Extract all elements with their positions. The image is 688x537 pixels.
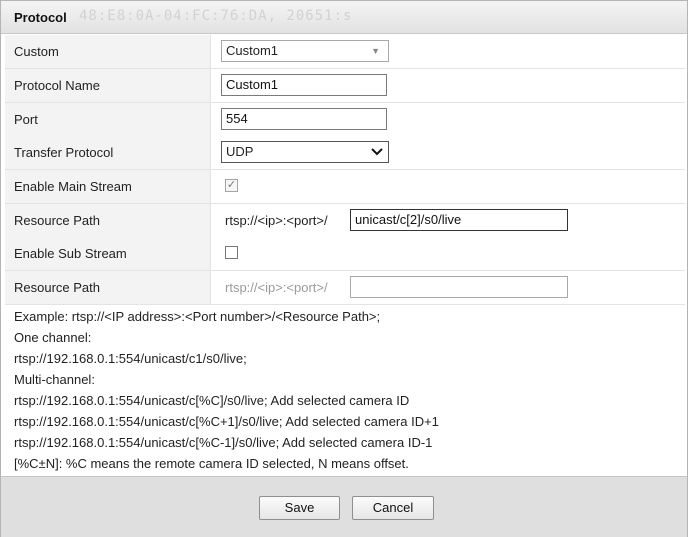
example-line: rtsp://192.168.0.1:554/unicast/c[%C+1]/s… xyxy=(14,414,439,429)
row-port: Port 554 xyxy=(5,103,685,137)
protocol-name-label: Protocol Name xyxy=(14,78,100,93)
example-line: [%C±N]: %C means the remote camera ID se… xyxy=(14,456,409,471)
resource-path-main-input[interactable]: unicast/c[2]/s0/live xyxy=(350,209,568,231)
example-line: rtsp://192.168.0.1:554/unicast/c[%C-1]/s… xyxy=(14,435,433,450)
cancel-button[interactable]: Cancel xyxy=(352,496,434,520)
dialog-footer: Save Cancel xyxy=(1,476,687,537)
example-line: rtsp://192.168.0.1:554/unicast/c1/s0/liv… xyxy=(14,351,247,366)
example-line: One channel: xyxy=(14,330,92,345)
label-cell: Resource Path xyxy=(5,204,211,237)
save-button[interactable]: Save xyxy=(259,496,340,520)
resource-path-sub-input[interactable] xyxy=(350,276,568,298)
example-line: Multi-channel: xyxy=(14,372,95,387)
custom-label: Custom xyxy=(14,44,59,59)
protocol-name-input[interactable]: Custom1 xyxy=(221,74,387,96)
example-help-text: Example: rtsp://<IP address>:<Port numbe… xyxy=(5,304,685,476)
resource-path-label: Resource Path xyxy=(14,213,100,228)
label-cell: Enable Main Stream xyxy=(5,170,211,203)
label-cell: Port xyxy=(5,103,211,136)
background-text: 48:E8:0A-04:FC:76:DA, 20651:s xyxy=(79,8,353,24)
resource-path-prefix: rtsp://<ip>:<port>/ xyxy=(225,213,328,228)
row-enable-sub-stream: Enable Sub Stream xyxy=(5,237,685,271)
enable-main-stream-checkbox[interactable]: ✓ xyxy=(225,179,238,192)
label-cell: Resource Path xyxy=(5,271,211,304)
enable-sub-stream-label: Enable Sub Stream xyxy=(14,246,127,261)
row-enable-main-stream: Enable Main Stream ✓ xyxy=(5,170,685,204)
row-transfer-protocol: Transfer Protocol UDP xyxy=(5,136,685,170)
label-cell: Custom xyxy=(5,35,211,68)
example-line: rtsp://192.168.0.1:554/unicast/c[%C]/s0/… xyxy=(14,393,410,408)
example-line: Example: rtsp://<IP address>:<Port numbe… xyxy=(14,309,381,324)
transfer-protocol-value: UDP xyxy=(226,144,254,159)
label-cell: Protocol Name xyxy=(5,69,211,102)
dialog-title: Protocol xyxy=(14,10,67,25)
row-resource-path-main: Resource Path rtsp://<ip>:<port>/ unicas… xyxy=(5,204,685,238)
resource-path-prefix: rtsp://<ip>:<port>/ xyxy=(225,280,328,295)
transfer-protocol-label: Transfer Protocol xyxy=(14,145,114,160)
chevron-down-icon xyxy=(371,142,383,168)
protocol-dialog: 48:E8:0A-04:FC:76:DA, 20651:s Protocol C… xyxy=(0,0,688,537)
enable-sub-stream-checkbox[interactable] xyxy=(225,246,238,259)
chevron-down-icon: ▼ xyxy=(371,46,380,56)
enable-main-stream-label: Enable Main Stream xyxy=(14,179,132,194)
row-resource-path-sub: Resource Path rtsp://<ip>:<port>/ xyxy=(5,271,685,305)
transfer-protocol-select[interactable]: UDP xyxy=(221,141,389,163)
port-label: Port xyxy=(14,112,38,127)
custom-select-value: Custom1 xyxy=(226,43,279,58)
label-cell: Enable Sub Stream xyxy=(5,237,211,270)
resource-path-label: Resource Path xyxy=(14,280,100,295)
row-protocol-name: Protocol Name Custom1 xyxy=(5,69,685,103)
custom-select[interactable]: Custom1 ▼ xyxy=(221,40,389,62)
row-custom: Custom Custom1 ▼ xyxy=(5,35,685,69)
label-cell: Transfer Protocol xyxy=(5,136,211,169)
dialog-titlebar[interactable]: 48:E8:0A-04:FC:76:DA, 20651:s Protocol xyxy=(1,1,687,34)
port-input[interactable]: 554 xyxy=(221,108,387,130)
